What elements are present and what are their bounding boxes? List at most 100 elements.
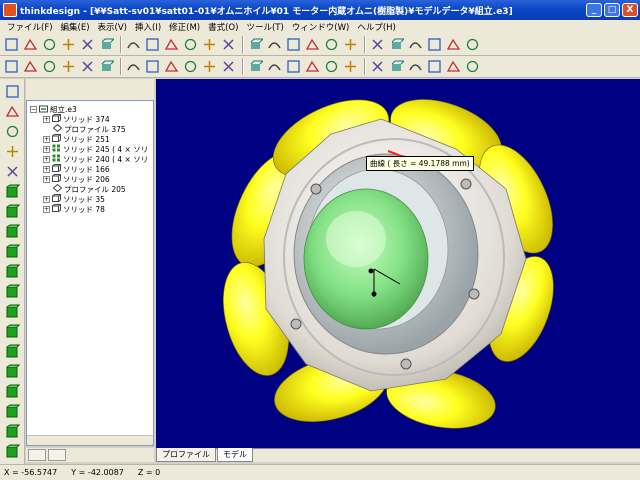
torus-icon[interactable]	[4, 263, 21, 280]
fillet-icon[interactable]	[407, 36, 424, 53]
tree-node[interactable]: + ソリッド 78	[43, 204, 105, 214]
thread-icon[interactable]	[247, 58, 264, 75]
plane-icon[interactable]	[304, 58, 321, 75]
loft-icon[interactable]	[182, 58, 199, 75]
menu-edit[interactable]: 編集(E)	[57, 21, 94, 33]
grid-icon[interactable]	[201, 36, 218, 53]
tree-node[interactable]: + ソリッド 245 ( 4 × ソリ	[43, 144, 148, 154]
cube-select-icon[interactable]	[98, 36, 115, 53]
menu-window[interactable]: ウィンドウ(W)	[288, 21, 354, 33]
line-icon[interactable]	[4, 103, 21, 120]
circle-tool-icon[interactable]	[4, 123, 21, 140]
point-icon[interactable]	[22, 58, 39, 75]
sweep-icon[interactable]	[163, 58, 180, 75]
trim-icon[interactable]	[342, 36, 359, 53]
box-icon[interactable]	[4, 183, 21, 200]
tree-icon[interactable]	[4, 403, 21, 420]
knife-icon[interactable]	[407, 58, 424, 75]
rotate-icon[interactable]	[163, 36, 180, 53]
shell-icon[interactable]	[201, 58, 218, 75]
maximize-button[interactable]: □	[604, 3, 620, 17]
minimize-button[interactable]: _	[586, 3, 602, 17]
expand-icon[interactable]: +	[43, 195, 50, 203]
close-button[interactable]: X	[622, 3, 638, 17]
move-icon[interactable]	[125, 36, 142, 53]
cylinder-icon[interactable]	[285, 58, 302, 75]
tab-model[interactable]: モデル	[217, 448, 253, 462]
expand-icon[interactable]: +	[43, 135, 50, 143]
measure-icon[interactable]	[369, 36, 386, 53]
tab-profile[interactable]: プロファイル	[156, 448, 216, 462]
shell-tool-icon[interactable]	[4, 323, 21, 340]
curve-icon[interactable]	[3, 58, 20, 75]
globe-icon[interactable]	[4, 443, 21, 460]
array-icon[interactable]	[4, 383, 21, 400]
3d-viewport[interactable]: 曲線 ( 長さ = 49.1788 mm)	[156, 79, 640, 448]
menu-file[interactable]: ファイル(F)	[3, 21, 57, 33]
expand-icon[interactable]: +	[43, 165, 50, 173]
blend-icon[interactable]	[388, 58, 405, 75]
tree-tab-1[interactable]	[28, 449, 46, 461]
new-icon[interactable]	[3, 36, 20, 53]
tree-node[interactable]: + ソリッド 166	[43, 164, 110, 174]
expand-icon[interactable]: +	[43, 115, 50, 123]
tree-root[interactable]: − 組立.e3	[30, 104, 77, 114]
revolve-icon[interactable]	[144, 58, 161, 75]
hatch-icon[interactable]	[98, 58, 115, 75]
dots-icon[interactable]	[4, 423, 21, 440]
open-icon[interactable]	[22, 36, 39, 53]
extrude-icon[interactable]	[125, 58, 142, 75]
pan-icon[interactable]	[182, 36, 199, 53]
arrow-select-icon[interactable]	[247, 36, 264, 53]
tree-node[interactable]: + ソリッド 35	[43, 194, 105, 204]
pattern-icon[interactable]	[4, 343, 21, 360]
sphere-icon[interactable]	[4, 243, 21, 260]
tree-node[interactable]: + ソリッド 206	[43, 174, 110, 184]
tree-tab-2[interactable]	[48, 449, 66, 461]
arrow-filter-icon[interactable]	[266, 36, 283, 53]
save-icon[interactable]	[41, 36, 58, 53]
ellipse-icon[interactable]	[60, 58, 77, 75]
expand-icon[interactable]: +	[43, 145, 50, 153]
menu-tools[interactable]: ツール(T)	[242, 21, 287, 33]
gear-icon[interactable]	[464, 58, 481, 75]
mirror-icon[interactable]	[4, 363, 21, 380]
fill-icon[interactable]	[342, 58, 359, 75]
wire-icon[interactable]	[464, 36, 481, 53]
tree-node[interactable]: + ソリッド 374	[43, 114, 110, 124]
expand-icon[interactable]: +	[43, 155, 50, 163]
polygon-icon[interactable]	[4, 83, 21, 100]
menu-view[interactable]: 表示(V)	[94, 21, 131, 33]
surface-icon[interactable]	[323, 58, 340, 75]
delete-icon[interactable]	[323, 36, 340, 53]
tree-node[interactable]: プロファイル 205	[52, 183, 126, 194]
hand-icon[interactable]	[426, 58, 443, 75]
collapse-icon[interactable]: −	[30, 105, 37, 113]
prism-icon[interactable]	[4, 303, 21, 320]
expand-icon[interactable]: +	[43, 205, 50, 213]
nav-icon[interactable]	[4, 163, 21, 180]
model-tree[interactable]: − 組立.e3 + ソリッド 374 プロファイル 375 + ソリッド 251 + ソリッ…	[26, 100, 154, 446]
tree-horizontal-scrollbar[interactable]	[27, 435, 153, 445]
menu-insert[interactable]: 挿入(I)	[131, 21, 165, 33]
menu-help[interactable]: ヘルプ(H)	[353, 21, 400, 33]
spline-icon[interactable]	[41, 58, 58, 75]
chamfer-icon[interactable]	[426, 36, 443, 53]
menu-modify[interactable]: 修正(M)	[165, 21, 204, 33]
offset-icon[interactable]	[369, 58, 386, 75]
zoom-icon[interactable]	[144, 36, 161, 53]
rectangle-icon[interactable]	[4, 143, 21, 160]
expand-icon[interactable]: +	[43, 175, 50, 183]
undo-icon[interactable]	[60, 36, 77, 53]
tool2-icon[interactable]	[304, 36, 321, 53]
cylinder-tool-icon[interactable]	[4, 203, 21, 220]
circle-icon[interactable]	[79, 58, 96, 75]
chain-icon[interactable]	[445, 58, 462, 75]
menu-format[interactable]: 書式(O)	[204, 21, 242, 33]
hole-icon[interactable]	[266, 58, 283, 75]
boolean-icon[interactable]	[220, 58, 237, 75]
cone-icon[interactable]	[4, 223, 21, 240]
wedge-icon[interactable]	[4, 283, 21, 300]
tool-icon[interactable]	[285, 36, 302, 53]
redo-icon[interactable]	[79, 36, 96, 53]
